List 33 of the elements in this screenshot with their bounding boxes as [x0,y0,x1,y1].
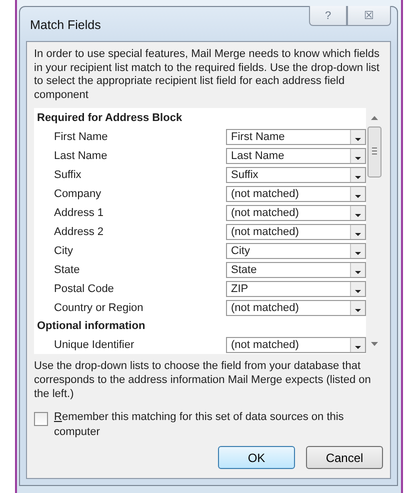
field-dropdown[interactable]: Last Name [226,148,366,164]
field-label: Country or Region [53,302,144,314]
help-text: Use the drop-down lists to choose the field from your database that corresponds to the address information Mail Merge expects (listed on the left.) [34,359,372,401]
field-label: Last Name [53,150,108,162]
field-dropdown[interactable]: (not matched) [226,204,366,220]
field-dropdown[interactable]: (not matched) [226,300,366,316]
field-dropdown[interactable]: (not matched) [226,224,366,240]
remember-checkbox[interactable] [34,412,48,426]
field-label: City [53,244,74,256]
field-dropdown[interactable]: City [226,242,366,258]
instructions-text: In order to use special features, Mail Merge needs to know which fields in your recipient list match to the required fields. Use the drop-down list to select the appropriate recipient list field for each address field component [34,48,380,102]
field-label: First Name [53,130,109,142]
field-dropdown[interactable]: (not matched) [226,336,366,352]
group-heading: Required for Address Block [37,111,184,126]
field-label: Address 2 [53,226,105,238]
cancel-button[interactable]: Cancel [306,446,383,469]
field-label: Unique Identifier [53,338,136,350]
field-dropdown[interactable]: (not matched) [226,186,366,202]
field-label: Address 1 [53,206,105,218]
close-button[interactable]: ☒ [347,6,391,26]
field-dropdown[interactable]: ZIP [226,280,366,296]
checkbox-label: Remember this matching for this set of data sources on this computer [54,410,345,439]
field-label: State [53,264,81,276]
field-dropdown[interactable]: First Name [226,128,366,144]
field-dropdown[interactable]: Suffix [226,166,366,182]
ok-button[interactable]: OK [218,446,295,469]
field-dropdown[interactable]: State [226,262,366,278]
field-label: Postal Code [53,282,115,294]
help-button[interactable]: ? [309,6,347,26]
group-heading: Optional information [37,319,146,334]
field-label: Suffix [53,168,82,180]
window-title: Match Fields [30,18,101,32]
field-label: Company [53,188,102,200]
